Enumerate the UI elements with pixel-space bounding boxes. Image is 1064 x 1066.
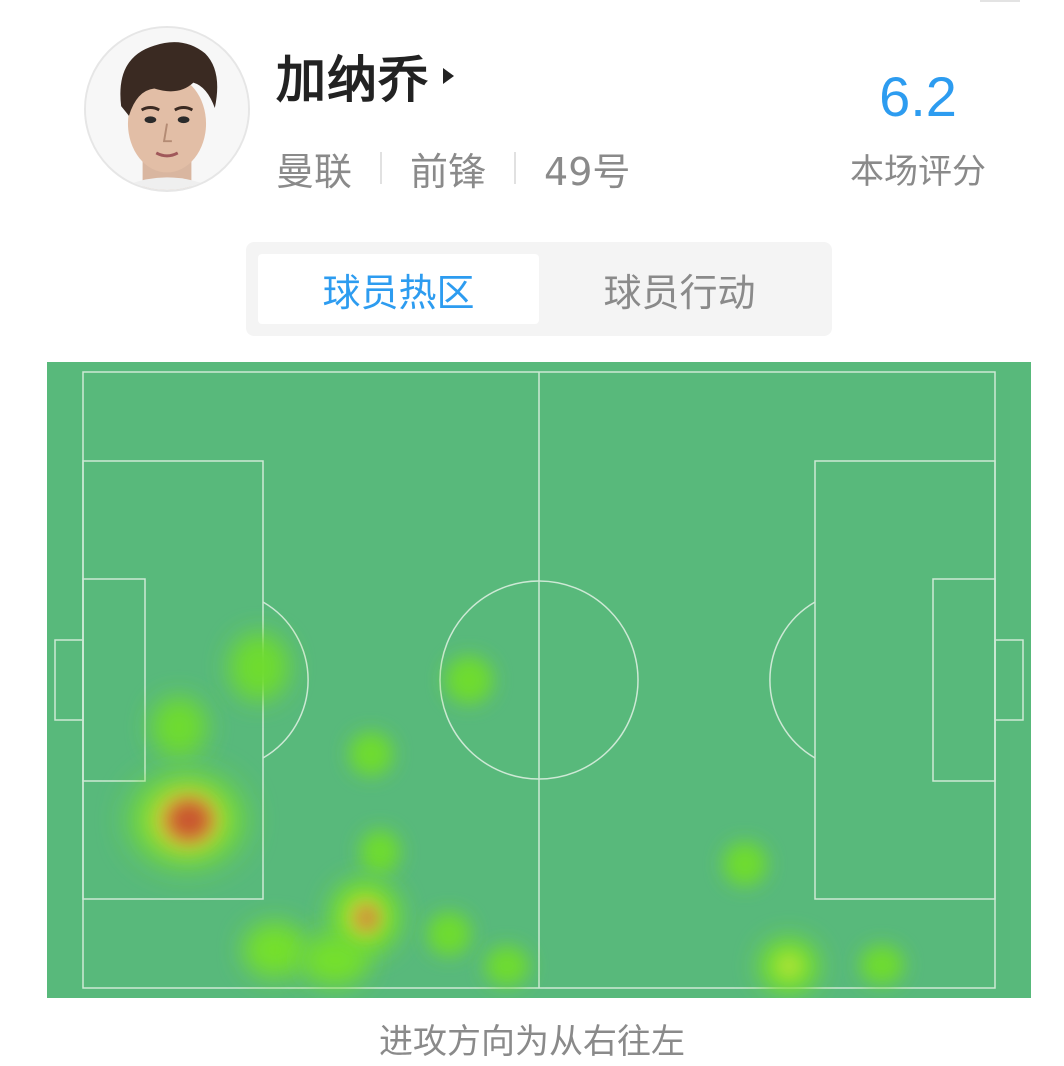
player-position: 前锋 [410, 149, 487, 194]
player-meta: 曼联 前锋 49号 [276, 140, 630, 196]
player-name: 加纳乔 [276, 51, 429, 109]
player-name-link[interactable]: 加纳乔 [276, 44, 454, 109]
tab-heatmap[interactable]: 球员热区 [258, 254, 539, 324]
rating-value: 6.2 [879, 65, 957, 128]
pitch-svg [54, 371, 1024, 994]
attack-direction-note: 进攻方向为从右往左 [379, 1022, 685, 1062]
meta-divider [380, 152, 383, 184]
avatar [84, 26, 250, 192]
rating-label: 本场评分 [850, 152, 986, 192]
meta-divider [514, 152, 517, 184]
top-divider [980, 0, 1020, 2]
team-name: 曼联 [276, 149, 353, 194]
shirt-number: 49号 [544, 149, 631, 194]
tab-actions[interactable]: 球员行动 [539, 254, 820, 324]
tab-bar: 球员热区 球员行动 [246, 242, 832, 336]
heatmap-pitch [47, 362, 1031, 998]
player-photo-icon [86, 28, 248, 190]
heat-layer-low [131, 633, 904, 994]
pitch-lines [54, 371, 1024, 989]
triangle-right-icon [443, 68, 454, 84]
